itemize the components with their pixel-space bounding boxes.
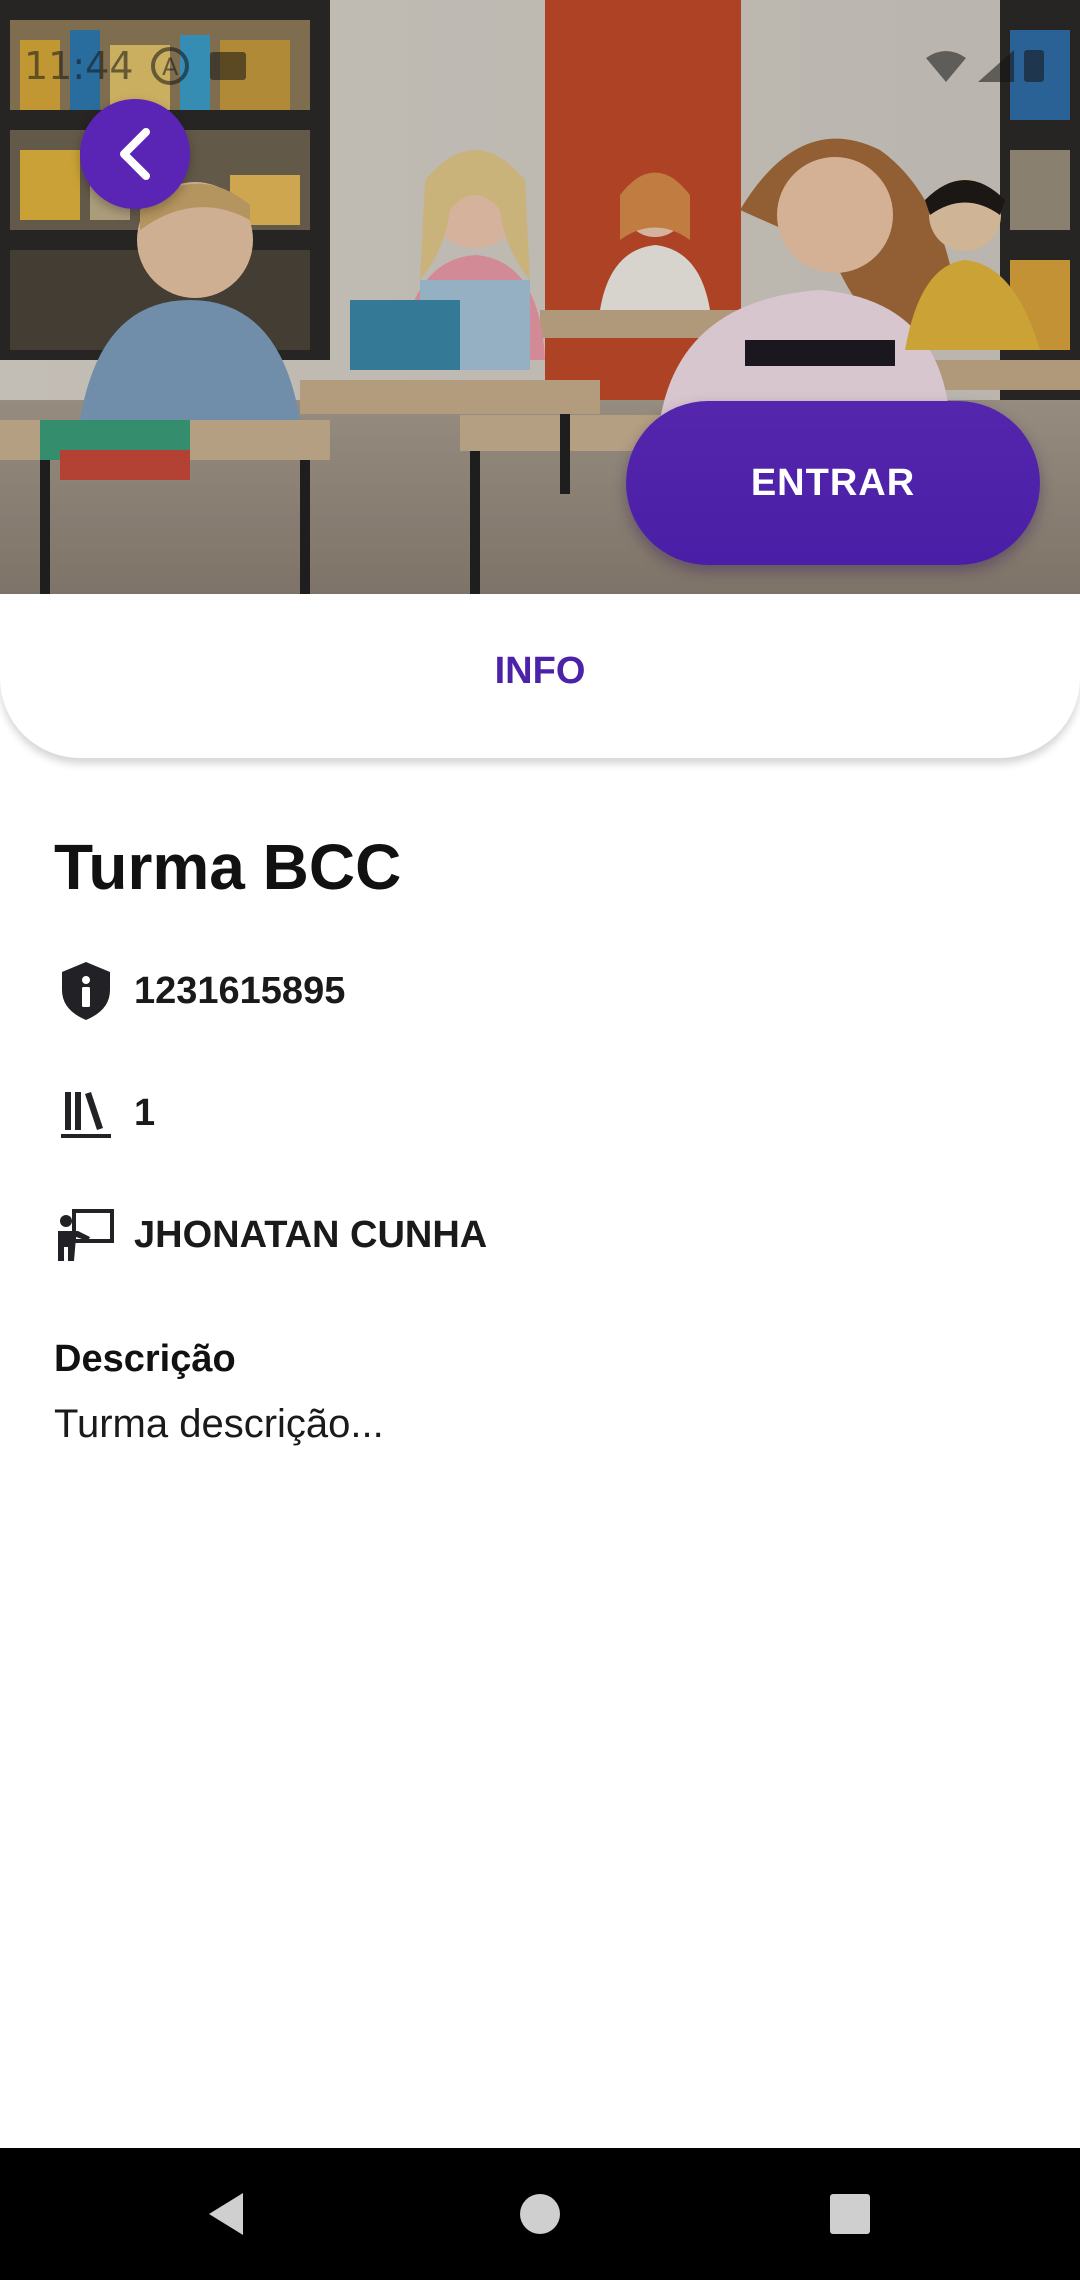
chevron-left-icon — [120, 128, 150, 180]
teacher-row: JHONATAN CUNHA — [54, 1200, 487, 1270]
enter-button[interactable]: ENTRAR — [626, 401, 1040, 565]
svg-text:A: A — [162, 53, 179, 81]
description-label: Descrição — [54, 1338, 236, 1380]
recents-square-icon — [830, 2194, 870, 2234]
shield-info-icon — [54, 959, 118, 1023]
class-detail-screen: 11:44 A ENTRAR INFO Turma BCC 1231615895… — [0, 0, 1080, 2280]
home-circle-icon — [520, 2194, 560, 2234]
back-button[interactable] — [80, 99, 190, 209]
notification-icon: A — [151, 47, 246, 85]
nav-back-button[interactable] — [166, 2148, 286, 2280]
description-text: Turma descrição... — [54, 1402, 384, 1446]
class-code: 1231615895 — [134, 969, 346, 1012]
battery-icon — [1024, 50, 1044, 82]
wifi-signal-battery-icon — [926, 50, 1044, 82]
signal-icon — [978, 50, 1014, 82]
tab-bar: INFO — [0, 594, 1080, 758]
books-row: 1 — [54, 1078, 155, 1148]
status-system-icons — [922, 46, 1052, 90]
books-icon — [54, 1081, 118, 1145]
teacher-icon — [54, 1203, 118, 1267]
nav-home-button[interactable] — [480, 2148, 600, 2280]
page-title: Turma BCC — [54, 831, 402, 903]
system-navigation-bar — [0, 2148, 1080, 2280]
status-time: 11:44 — [24, 44, 134, 88]
status-bar: 11:44 A — [0, 0, 1080, 88]
class-cover-image: 11:44 A ENTRAR — [0, 0, 1080, 594]
teacher-name: JHONATAN CUNHA — [134, 1213, 488, 1256]
books-count: 1 — [134, 1091, 156, 1134]
back-triangle-icon — [209, 2193, 243, 2235]
class-code-row: 1231615895 — [54, 956, 345, 1026]
wifi-icon — [926, 51, 966, 82]
nav-recents-button[interactable] — [790, 2148, 910, 2280]
status-notification-icons: A — [150, 46, 260, 90]
tab-info[interactable]: INFO — [0, 650, 1080, 693]
